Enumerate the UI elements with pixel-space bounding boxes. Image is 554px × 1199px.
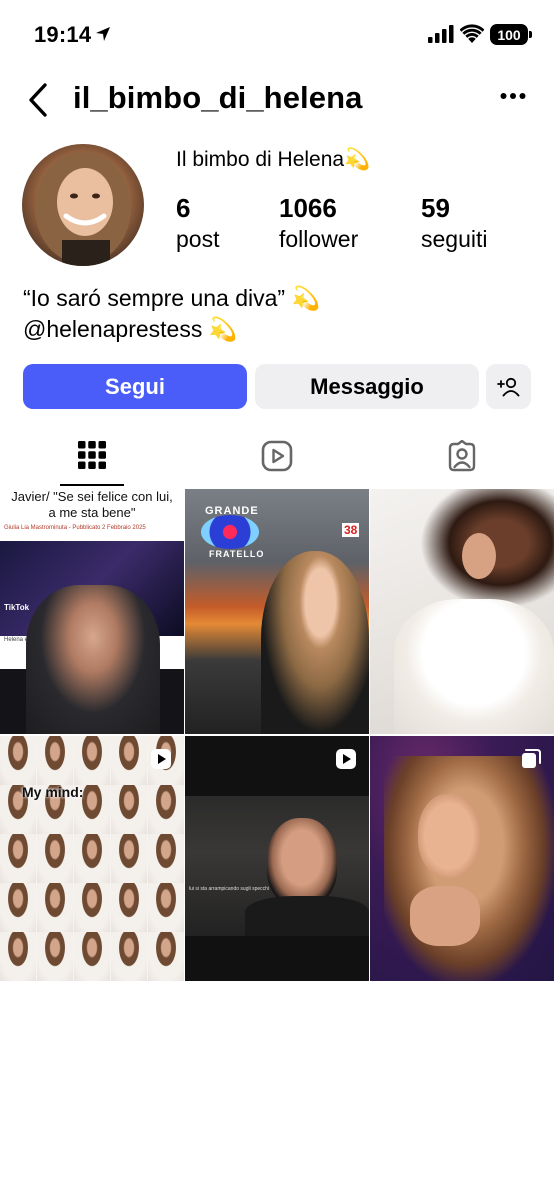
post-5-caption: lui si sta arrampicando sugli specchi — [189, 886, 270, 892]
status-time: 19:14 — [34, 22, 92, 47]
battery-tip — [529, 31, 532, 38]
collage-tile — [111, 834, 147, 883]
display-name: Il bimbo di Helena💫 — [176, 148, 371, 171]
stat-posts-count: 6 — [176, 193, 191, 223]
profile-tabs — [0, 436, 554, 486]
tab-active-indicator — [60, 484, 124, 486]
post-1-tiktok: TikTok — [4, 603, 30, 612]
profile-header: il_bimbo_di_helena — [0, 76, 554, 122]
post-2-logo-bottom: FRATELLO — [209, 549, 265, 559]
post-2-logo-top: GRANDE — [205, 505, 259, 517]
post-3-face — [462, 533, 496, 579]
post-1-byline: Giulia Lia Mastrominuta - Pubblicato 2 F… — [4, 525, 146, 531]
stat-following-count: 59 — [421, 193, 450, 223]
post-thumbnail-6[interactable] — [370, 736, 554, 981]
stat-followers-count: 1066 — [279, 193, 337, 223]
add-person-icon — [496, 377, 519, 396]
collage-tile — [111, 883, 147, 932]
post-5-person — [267, 818, 337, 906]
stat-following[interactable]: 59 seguiti — [421, 193, 487, 253]
battery-indicator: 100 — [490, 24, 528, 45]
stat-followers-label: follower — [279, 226, 359, 252]
cellular-signal-icon — [428, 25, 454, 43]
stat-posts-label: post — [176, 226, 220, 252]
collage-tile — [74, 883, 110, 932]
battery-level: 100 — [497, 26, 521, 43]
wifi-icon — [460, 24, 484, 43]
collage-tile — [0, 932, 36, 981]
tab-tagged[interactable] — [370, 436, 554, 486]
collage-tile — [0, 834, 36, 883]
collage-tile — [37, 932, 73, 981]
tab-reels[interactable] — [185, 436, 369, 486]
reel-badge-icon — [151, 749, 171, 769]
stat-posts[interactable]: 6 post — [176, 193, 219, 253]
avatar-portrait — [35, 152, 131, 266]
collage-tile — [74, 834, 110, 883]
bio-line-quote: “Io saró sempre una diva” 💫 — [23, 285, 321, 311]
grid-icon — [78, 441, 106, 469]
post-thumbnail-2[interactable]: GRANDE FRATELLO 38 — [185, 489, 369, 734]
profile-avatar[interactable] — [22, 144, 144, 266]
tab-posts-grid[interactable] — [0, 436, 184, 486]
username-title: il_bimbo_di_helena — [73, 80, 363, 115]
post-thumbnail-3[interactable] — [370, 489, 554, 734]
bio-line-mention[interactable]: @helenaprestess 💫 — [23, 314, 320, 345]
stat-followers[interactable]: 1066 follower — [279, 193, 358, 253]
collage-tile — [37, 736, 73, 785]
collage-tile — [148, 883, 184, 932]
more-options-icon[interactable] — [500, 92, 526, 100]
collage-tile — [148, 834, 184, 883]
post-thumbnail-4[interactable]: My mind: — [0, 736, 184, 981]
post-thumbnail-5[interactable]: lui si sta arrampicando sugli specchi — [185, 736, 369, 981]
gf-logo-eye — [201, 515, 259, 549]
message-button[interactable]: Messaggio — [255, 364, 479, 409]
post-4-text: My mind: — [22, 784, 84, 800]
post-thumbnail-1[interactable]: Javier/ "Se sei felice con lui, a me sta… — [0, 489, 184, 734]
post-1-quote: Javier/ "Se sei felice con lui, a me sta… — [11, 489, 173, 520]
collage-tile — [37, 883, 73, 932]
post-2-person — [261, 551, 369, 734]
collage-tile — [0, 883, 36, 932]
follow-button[interactable]: Segui — [23, 364, 247, 409]
location-arrow-icon — [96, 27, 110, 41]
post-6-hands — [410, 886, 480, 946]
collage-tile — [148, 785, 184, 834]
collage-tile — [111, 736, 147, 785]
collage-tile — [74, 932, 110, 981]
suggest-people-button[interactable] — [486, 364, 531, 409]
collage-tile — [74, 736, 110, 785]
reels-icon — [261, 440, 293, 472]
stat-following-label: seguiti — [421, 226, 488, 252]
post-1-person — [26, 585, 160, 734]
collage-tile — [148, 932, 184, 981]
post-5-shirt — [245, 896, 369, 936]
back-chevron-icon[interactable] — [26, 82, 50, 118]
tagged-icon — [448, 440, 476, 472]
post-2-sign: 38 — [342, 523, 360, 537]
carousel-badge-icon — [522, 749, 541, 768]
status-bar: 19:14 100 — [0, 0, 554, 70]
collage-tile — [111, 785, 147, 834]
collage-tile — [0, 736, 36, 785]
post-6-face — [418, 794, 480, 878]
collage-tile — [111, 932, 147, 981]
profile-bio: “Io saró sempre una diva” 💫 @helenaprest… — [23, 283, 320, 345]
reel-badge-icon — [336, 749, 356, 769]
post-3-outfit — [394, 599, 554, 734]
collage-tile — [37, 834, 73, 883]
